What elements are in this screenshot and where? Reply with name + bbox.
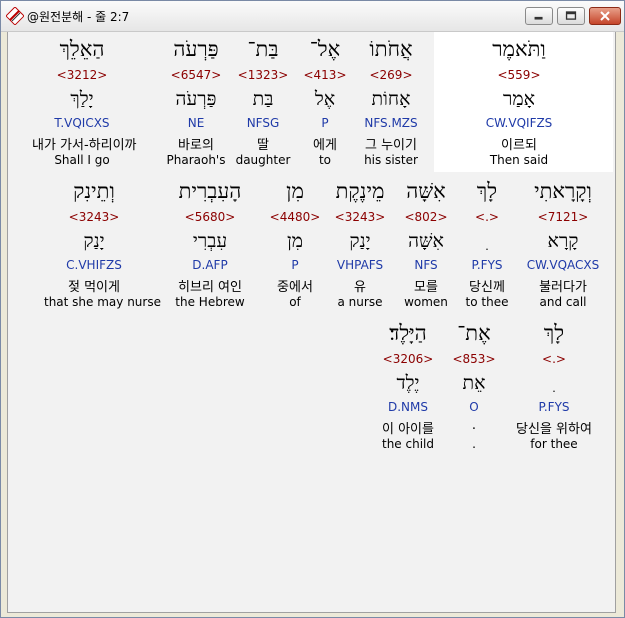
english-gloss: Shall I go	[54, 153, 110, 167]
minimize-button[interactable]	[525, 7, 553, 25]
english-gloss: the child	[382, 437, 434, 451]
app-logo-icon	[6, 7, 24, 25]
korean-gloss: 히브리 여인	[178, 280, 242, 295]
strong-number: <3243>	[68, 210, 120, 224]
strong-number: <4480>	[269, 210, 321, 224]
window-title: @원전분해 - 줄 2:7	[27, 10, 130, 24]
lexical-form: אָמַר	[503, 88, 535, 110]
strong-number: <3212>	[56, 68, 108, 82]
lexical-form: יָנַק	[83, 230, 105, 252]
hebrew-word: מִן	[286, 179, 304, 203]
hebrew-word: הַאֵלֵךְ	[59, 37, 105, 61]
korean-gloss: 이 아이를	[382, 422, 434, 437]
title-bar[interactable]: @원전분해 - 줄 2:7	[1, 1, 624, 32]
hebrew-word: פַּרְעֹה	[173, 37, 219, 61]
maximize-button[interactable]	[557, 7, 585, 25]
english-gloss: Pharaoh's	[166, 153, 226, 167]
lexical-form: מִן	[286, 230, 304, 252]
close-button[interactable]	[589, 7, 621, 25]
english-gloss: the Hebrew	[175, 295, 245, 309]
lexical-form: עִבְרִי	[192, 230, 228, 252]
english-gloss: of	[289, 295, 301, 309]
korean-gloss: 중에서	[277, 280, 313, 295]
parsing-code: T.VQICXS	[54, 116, 110, 130]
hebrew-word: וַתֹּאמֶר	[492, 37, 546, 61]
hebrew-word: הַיָּלֶד׃	[389, 321, 427, 345]
parsing-code: D.NMS	[387, 400, 428, 414]
korean-gloss: 이르되	[501, 138, 537, 153]
korean-gloss: 내가 가서-하리이까	[32, 138, 137, 153]
lexical-form: יֶלֶד	[396, 372, 420, 394]
korean-gloss: 바로의	[178, 138, 214, 153]
strong-number: <559>	[497, 68, 541, 82]
english-gloss: Then said	[489, 153, 549, 167]
lexical-form: יָלַךְ	[70, 88, 94, 110]
app-window: @원전분해 - 줄 2:7 וַתֹּאמֶר <559> אָמַר CW.VQIF…	[0, 0, 625, 618]
parsing-code: C.VHIFZS	[66, 258, 122, 272]
maximize-icon	[565, 11, 577, 20]
interlinear-panel[interactable]: וַתֹּאמֶר <559> אָמַר CW.VQIFZS 이르되 Then said…	[7, 32, 616, 613]
close-icon	[600, 11, 610, 21]
minimize-icon	[534, 16, 543, 20]
english-gloss: that she may nurse	[44, 295, 161, 309]
korean-gloss: 젖 먹이게	[68, 280, 120, 295]
hebrew-word: הָעִבְרִית	[178, 179, 242, 203]
hebrew-word: וְתֵינִק	[73, 179, 115, 203]
parsing-code: P	[291, 258, 299, 272]
strong-number: <6547>	[170, 68, 222, 82]
parsing-code: NE	[187, 116, 205, 130]
lexical-form: פַּרְעֹה	[175, 88, 217, 110]
parsing-code: CW.VQIFZS	[485, 116, 553, 130]
strong-number: <5680>	[184, 210, 236, 224]
strong-number: <3206>	[382, 352, 434, 366]
parsing-code: D.AFP	[192, 258, 228, 272]
